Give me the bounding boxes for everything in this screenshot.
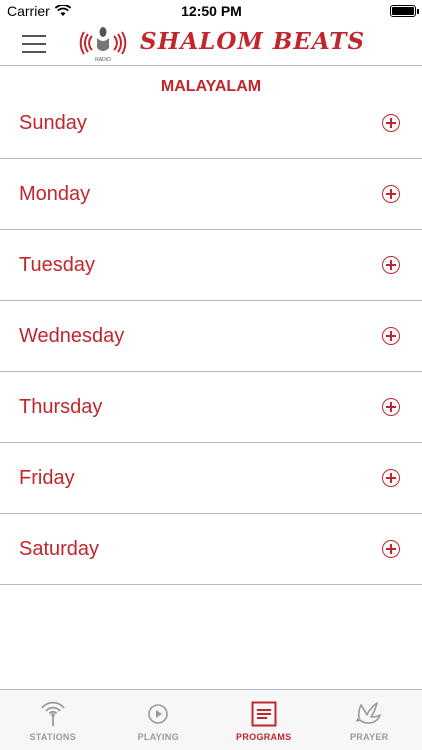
day-row-wednesday[interactable]: Wednesday xyxy=(0,301,422,372)
play-circle-icon xyxy=(143,700,173,728)
day-row-monday[interactable]: Monday xyxy=(0,159,422,230)
tab-label: PLAYING xyxy=(137,732,179,742)
plus-circle-icon[interactable] xyxy=(382,540,400,558)
day-label: Saturday xyxy=(19,537,100,560)
tab-bar: STATIONS PLAYING PROGRAMS PRAYER xyxy=(0,689,422,750)
day-row-friday[interactable]: Friday xyxy=(0,443,422,514)
tab-programs[interactable]: PROGRAMS xyxy=(211,690,317,750)
day-label: Thursday xyxy=(19,395,103,418)
carrier-label: Carrier xyxy=(7,3,50,19)
tab-playing[interactable]: PLAYING xyxy=(106,690,212,750)
day-list: Sunday Monday Tuesday Wednesday Thursday… xyxy=(0,88,422,585)
radio-logo-icon: RADIO xyxy=(79,27,127,63)
program-list-icon xyxy=(249,700,279,728)
plus-circle-icon[interactable] xyxy=(382,114,400,132)
status-right xyxy=(276,5,419,17)
status-time: 12:50 PM xyxy=(181,3,242,19)
plus-circle-icon[interactable] xyxy=(382,469,400,487)
dove-icon xyxy=(354,700,384,728)
status-left: Carrier xyxy=(7,3,147,19)
plus-circle-icon[interactable] xyxy=(382,398,400,416)
tab-prayer[interactable]: PRAYER xyxy=(317,690,422,750)
tab-label: PROGRAMS xyxy=(236,732,292,742)
plus-circle-icon[interactable] xyxy=(382,327,400,345)
tab-label: STATIONS xyxy=(29,732,77,742)
status-bar: Carrier 12:50 PM xyxy=(0,0,422,22)
brand-title: SHALOM BEATS xyxy=(140,28,366,55)
wifi-icon xyxy=(54,5,71,16)
day-label: Sunday xyxy=(19,111,87,134)
battery-icon xyxy=(390,5,419,17)
hamburger-menu-icon[interactable] xyxy=(22,35,46,53)
day-row-sunday[interactable]: Sunday xyxy=(0,88,422,159)
day-row-thursday[interactable]: Thursday xyxy=(0,372,422,443)
day-label: Tuesday xyxy=(19,253,95,276)
plus-circle-icon[interactable] xyxy=(382,185,400,203)
day-label: Monday xyxy=(19,182,91,205)
day-label: Wednesday xyxy=(19,324,125,347)
plus-circle-icon[interactable] xyxy=(382,256,400,274)
day-row-tuesday[interactable]: Tuesday xyxy=(0,230,422,301)
day-row-saturday[interactable]: Saturday xyxy=(0,514,422,585)
tab-stations[interactable]: STATIONS xyxy=(0,690,106,750)
nav-bar: RADIO SHALOM BEATS xyxy=(0,22,422,66)
day-label: Friday xyxy=(19,466,75,489)
logo-badge: RADIO xyxy=(95,57,111,63)
tab-label: PRAYER xyxy=(350,732,389,742)
broadcast-antenna-icon xyxy=(38,700,68,728)
